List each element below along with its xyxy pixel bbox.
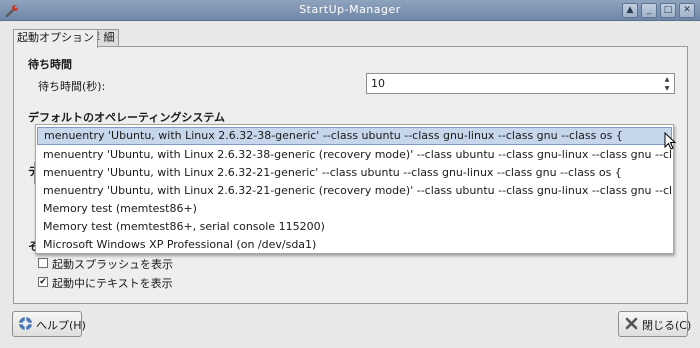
- spin-down-arrow-icon[interactable]: ▼: [661, 84, 673, 93]
- help-button[interactable]: ヘルプ(H): [12, 311, 86, 337]
- tab-boot-options-label: 起動オプション: [17, 31, 94, 44]
- mouse-pointer-icon: [664, 132, 676, 150]
- default-os-dropdown-list[interactable]: menuentry 'Ubuntu, with Linux 2.6.32-38-…: [35, 124, 674, 254]
- list-item-os-option[interactable]: menuentry 'Ubuntu, with Linux 2.6.32-38-…: [37, 127, 672, 145]
- help-button-label: ヘルプ(H): [36, 319, 86, 332]
- title-bar[interactable]: StartUp-Manager ▲ _ □ ✕: [0, 0, 700, 21]
- text-checkbox-label[interactable]: 起動中にテキストを表示: [52, 275, 173, 291]
- spin-up-arrow-icon[interactable]: ▲: [661, 75, 673, 84]
- tab-boot-options[interactable]: 起動オプション: [13, 29, 98, 48]
- close-window-button[interactable]: ✕: [679, 3, 695, 18]
- list-item-os-option[interactable]: Memory test (memtest86+): [37, 200, 672, 218]
- splash-checkbox[interactable]: [38, 258, 48, 268]
- timeout-value: 10: [371, 77, 385, 90]
- timeout-label: 待ち時間(秒):: [38, 80, 106, 93]
- list-item-os-option[interactable]: menuentry 'Ubuntu, with Linux 2.6.32-38-…: [37, 146, 672, 164]
- list-item-os-option[interactable]: Microsoft Windows XP Professional (on /d…: [37, 236, 672, 253]
- text-checkbox[interactable]: ✔: [38, 277, 48, 287]
- list-item-os-option[interactable]: Memory test (memtest86+, serial console …: [37, 218, 672, 236]
- timeout-section-title: 待ち時間: [28, 58, 72, 71]
- close-button[interactable]: 閉じる(C): [618, 311, 692, 337]
- splash-checkbox-label[interactable]: 起動スプラッシュを表示: [52, 256, 173, 272]
- close-x-icon: [625, 317, 638, 330]
- close-button-label: 閉じる(C): [642, 319, 692, 332]
- list-item-os-option[interactable]: menuentry 'Ubuntu, with Linux 2.6.32-21-…: [37, 182, 672, 200]
- help-lifebuoy-icon: [19, 317, 32, 330]
- shade-up-button[interactable]: ▲: [622, 3, 638, 18]
- timeout-spinbutton[interactable]: 10 ▲ ▼: [366, 73, 675, 94]
- maximize-button[interactable]: □: [660, 3, 676, 18]
- default-os-section-title: デフォルトのオペレーティングシステム: [28, 111, 226, 124]
- list-item-os-option[interactable]: menuentry 'Ubuntu, with Linux 2.6.32-21-…: [37, 164, 672, 182]
- window-title: StartUp-Manager: [299, 3, 401, 16]
- minimize-button[interactable]: _: [641, 3, 657, 18]
